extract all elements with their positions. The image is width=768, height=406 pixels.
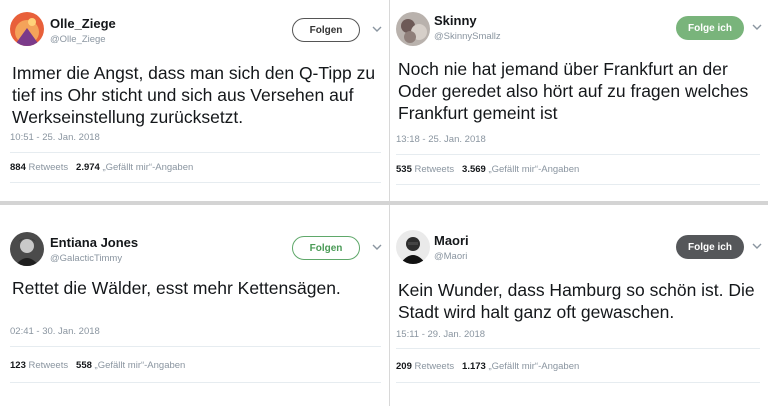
- user-handle[interactable]: @SkinnySmallz: [434, 31, 501, 42]
- like-count[interactable]: 558: [76, 360, 92, 371]
- tweet-text: Immer die Angst, dass man sich den Q-Tip…: [12, 63, 376, 127]
- retweets-label: Retweets: [28, 360, 69, 371]
- avatar[interactable]: [10, 232, 44, 266]
- tweet-text: Rettet die Wälder, esst mehr Kettensägen…: [12, 278, 341, 298]
- chevron-down-icon[interactable]: [752, 22, 762, 32]
- retweet-count[interactable]: 535: [396, 164, 412, 175]
- divider: [396, 382, 760, 383]
- tweet-card: Entiana Jones @GalacticTimmy Folgen Rett…: [0, 206, 389, 406]
- tweet-collage: Olle_Ziege @Olle_Ziege Folgen Immer die …: [0, 0, 768, 406]
- tweet-card: Maori @Maori Folge ich Kein Wunder, dass…: [390, 206, 768, 406]
- divider: [10, 152, 381, 153]
- following-button[interactable]: Folge ich: [676, 16, 744, 40]
- retweet-count[interactable]: 123: [10, 360, 26, 371]
- like-count[interactable]: 3.569: [462, 164, 486, 175]
- tweet-stats: 209 Retweets 1.173 „Gefällt mir“-Angaben: [396, 361, 579, 372]
- divider: [10, 182, 381, 183]
- user-handle[interactable]: @Maori: [434, 251, 467, 262]
- divider: [396, 184, 760, 185]
- tweet-text: Noch nie hat jemand über Frankfurt an de…: [398, 59, 749, 123]
- user-handle[interactable]: @GalacticTimmy: [50, 253, 122, 264]
- tweet-timestamp[interactable]: 15:11 - 29. Jan. 2018: [396, 329, 485, 340]
- tweet-stats: 884 Retweets 2.974 „Gefällt mir“-Angaben: [10, 162, 193, 173]
- retweets-label: Retweets: [28, 162, 69, 173]
- chevron-down-icon[interactable]: [372, 242, 382, 252]
- divider: [10, 346, 381, 347]
- divider: [396, 154, 760, 155]
- likes-label: „Gefällt mir“-Angaben: [94, 360, 186, 371]
- display-name[interactable]: Maori: [434, 233, 469, 248]
- retweet-count[interactable]: 209: [396, 361, 412, 372]
- retweets-label: Retweets: [414, 361, 455, 372]
- likes-label: „Gefällt mir“-Angaben: [102, 162, 194, 173]
- chevron-down-icon[interactable]: [752, 241, 762, 251]
- retweet-count[interactable]: 884: [10, 162, 26, 173]
- like-count[interactable]: 1.173: [462, 361, 486, 372]
- likes-label: „Gefällt mir“-Angaben: [488, 361, 580, 372]
- likes-label: „Gefällt mir“-Angaben: [488, 164, 580, 175]
- like-count[interactable]: 2.974: [76, 162, 100, 173]
- tweet-card: Olle_Ziege @Olle_Ziege Folgen Immer die …: [0, 0, 389, 200]
- avatar[interactable]: [396, 230, 430, 264]
- tweet-card: Skinny @SkinnySmallz Folge ich Noch nie …: [390, 0, 768, 200]
- horizontal-separator: [0, 201, 768, 205]
- retweets-label: Retweets: [414, 164, 455, 175]
- display-name[interactable]: Entiana Jones: [50, 235, 138, 250]
- tweet-timestamp[interactable]: 02:41 - 30. Jan. 2018: [10, 326, 100, 337]
- chevron-down-icon[interactable]: [372, 24, 382, 34]
- follow-button[interactable]: Folgen: [292, 236, 360, 260]
- following-button[interactable]: Folge ich: [676, 235, 744, 259]
- user-handle[interactable]: @Olle_Ziege: [50, 34, 106, 45]
- tweet-stats: 123 Retweets 558 „Gefällt mir“-Angaben: [10, 360, 185, 371]
- divider: [396, 348, 760, 349]
- avatar[interactable]: [396, 12, 430, 46]
- tweet-timestamp[interactable]: 13:18 - 25. Jan. 2018: [396, 134, 486, 145]
- divider: [10, 382, 381, 383]
- tweet-timestamp[interactable]: 10:51 - 25. Jan. 2018: [10, 132, 100, 143]
- tweet-text: Kein Wunder, dass Hamburg so schön ist. …: [398, 280, 755, 322]
- tweet-stats: 535 Retweets 3.569 „Gefällt mir“-Angaben: [396, 164, 579, 175]
- follow-button[interactable]: Folgen: [292, 18, 360, 42]
- avatar[interactable]: [10, 12, 44, 46]
- display-name[interactable]: Olle_Ziege: [50, 16, 116, 31]
- display-name[interactable]: Skinny: [434, 13, 477, 28]
